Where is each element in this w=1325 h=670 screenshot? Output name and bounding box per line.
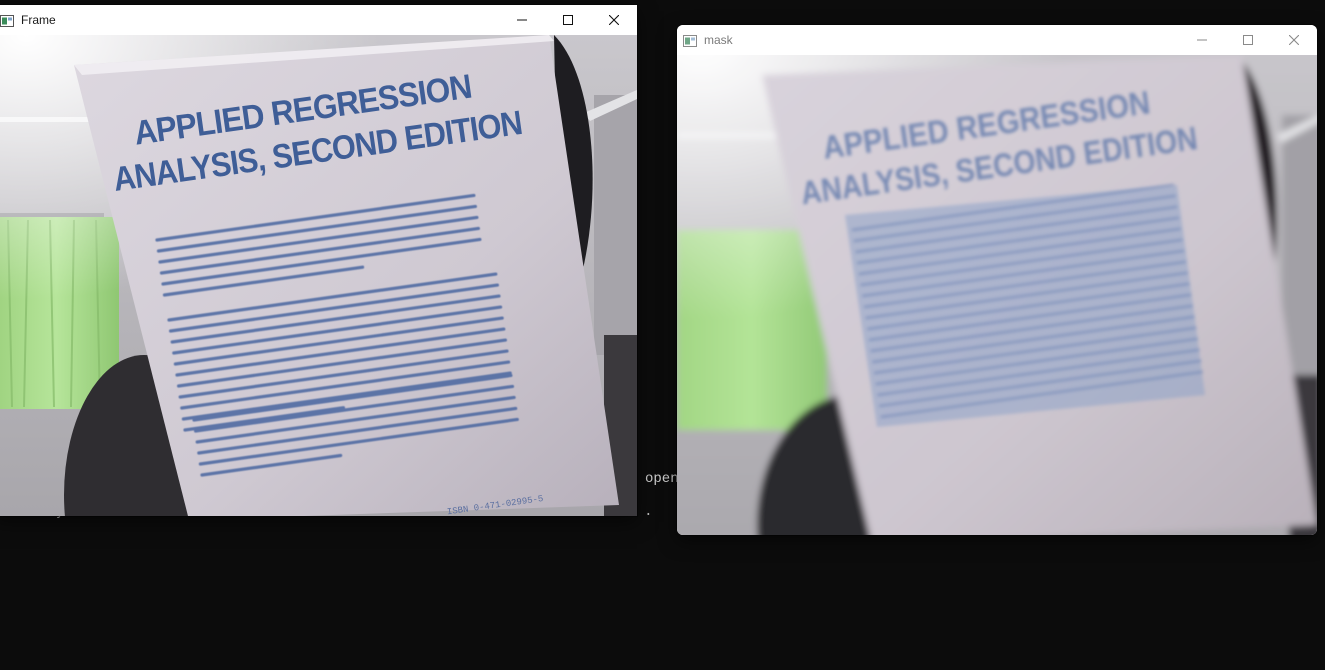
maximize-button[interactable] — [545, 5, 591, 35]
title-bar[interactable]: Frame — [0, 5, 637, 35]
close-icon — [609, 15, 619, 25]
minimize-button[interactable] — [1179, 25, 1225, 55]
minimize-button[interactable] — [499, 5, 545, 35]
title-bar[interactable]: mask — [677, 25, 1317, 55]
close-button[interactable] — [591, 5, 637, 35]
window-title: Frame — [21, 13, 56, 27]
camera-frame-image: APPLIED REGRESSION ANALYSIS, SECOND EDIT… — [0, 35, 637, 516]
minimize-icon — [1197, 39, 1207, 41]
window-title: mask — [704, 33, 733, 47]
opencv-window-icon — [683, 34, 697, 47]
close-icon — [1289, 35, 1299, 45]
frame-window[interactable]: Frame APPLIED REGRESSION ANALYSIS, SECON… — [0, 5, 637, 516]
blurred-mask-image: APPLIED REGRESSION ANALYSIS, SECOND EDIT… — [677, 55, 1317, 535]
opencv-window-icon — [0, 14, 14, 27]
terminal-text-line: open — [645, 471, 679, 487]
maximize-button[interactable] — [1225, 25, 1271, 55]
close-button[interactable] — [1271, 25, 1317, 55]
minimize-icon — [517, 19, 527, 21]
maximize-icon — [1243, 35, 1253, 45]
mask-window[interactable]: mask APPLIED REGRESSION ANALYSIS, SECOND… — [677, 25, 1317, 535]
maximize-icon — [563, 15, 573, 25]
